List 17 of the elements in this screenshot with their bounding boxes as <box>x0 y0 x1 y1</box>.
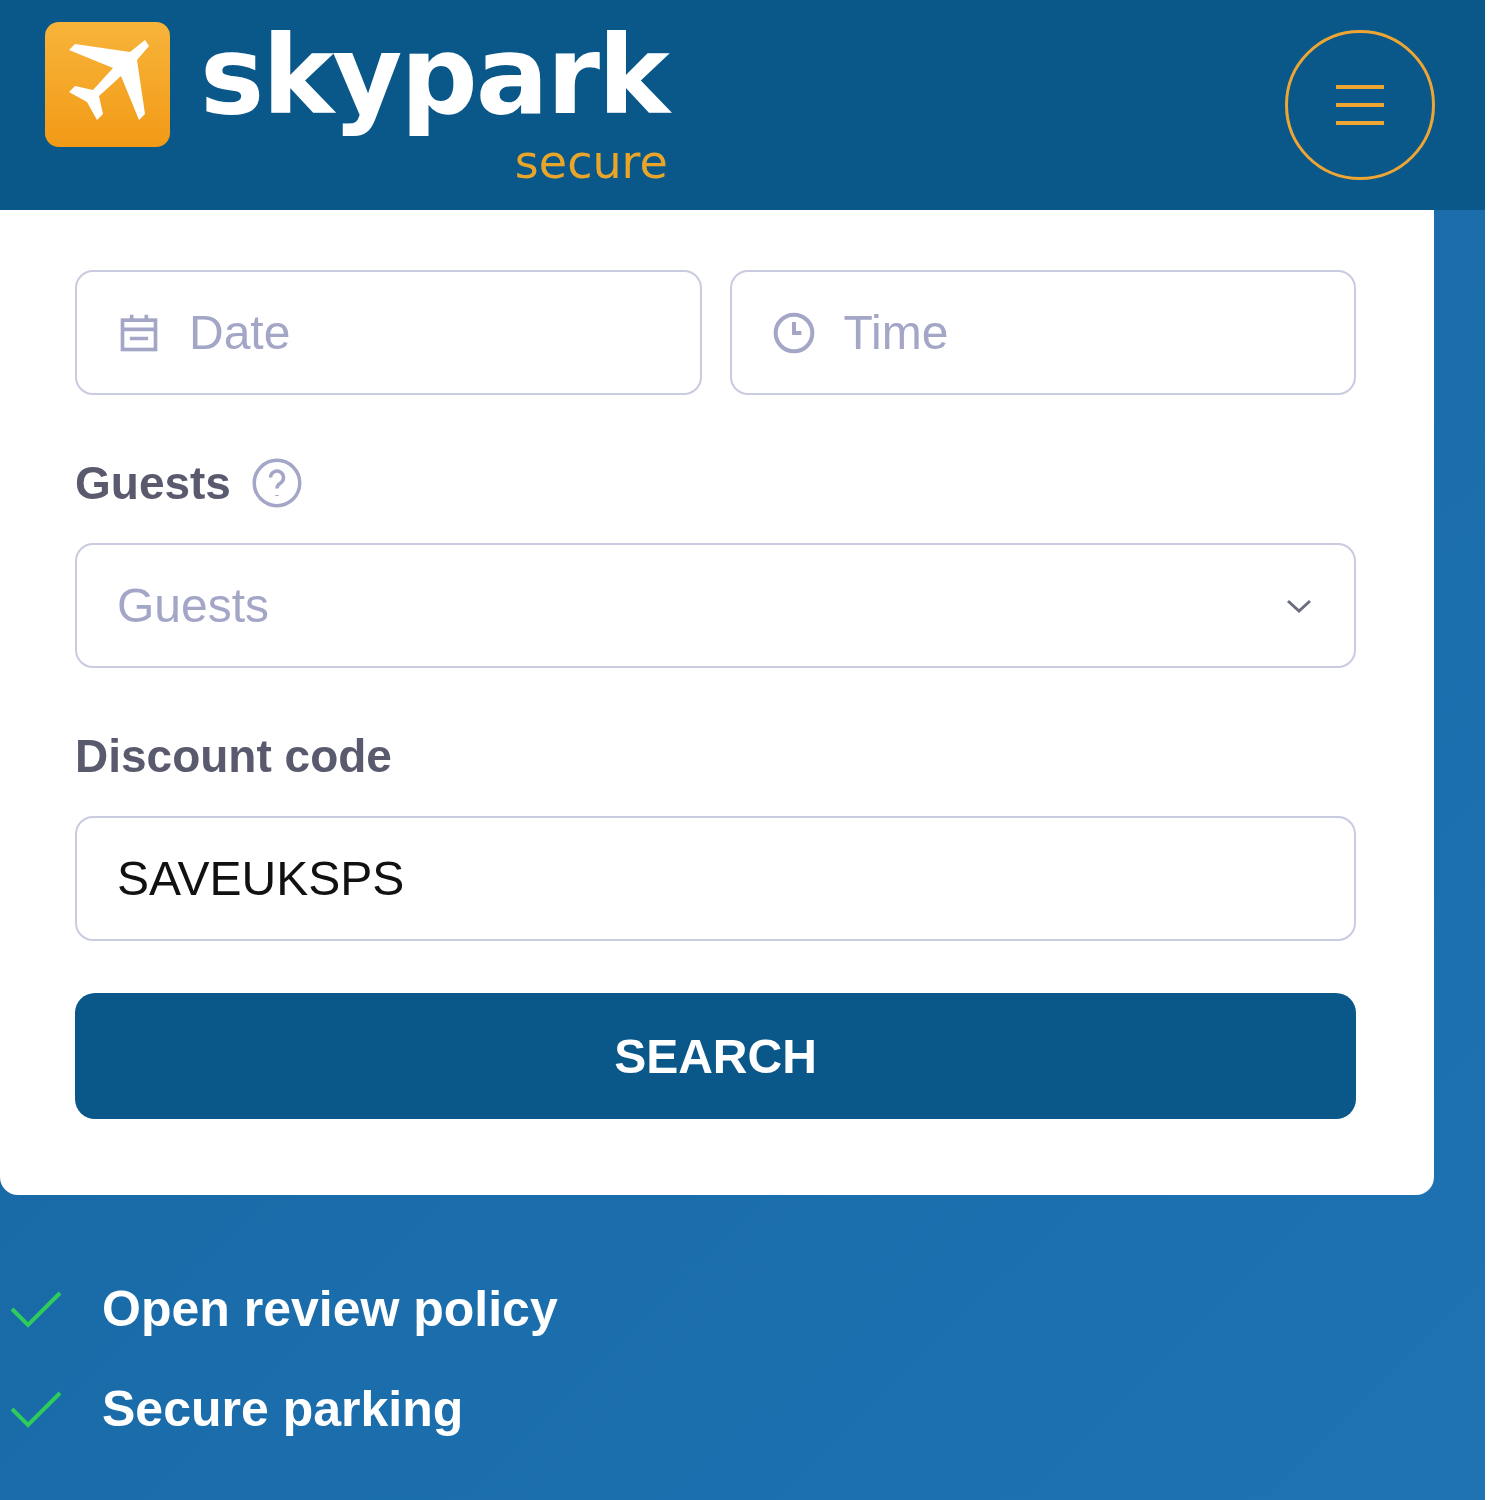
discount-code-field[interactable]: SAVEUKSPS <box>75 816 1356 941</box>
clock-icon <box>771 310 816 355</box>
search-button[interactable]: SEARCH <box>75 993 1356 1119</box>
help-icon[interactable] <box>250 457 303 509</box>
plane-logo-icon <box>45 22 170 148</box>
feature-text: Open review policy <box>102 1280 558 1339</box>
check-icon <box>10 1289 62 1329</box>
guests-select[interactable]: Guests <box>75 543 1356 668</box>
date-field[interactable]: Date <box>75 270 702 395</box>
menu-button[interactable] <box>1285 30 1435 180</box>
menu-icon <box>1334 83 1386 127</box>
brand-tagline: secure <box>514 137 668 188</box>
field-label: Guests <box>75 456 231 511</box>
time-field[interactable]: Time <box>729 270 1356 395</box>
field-label: Discount code <box>75 729 392 784</box>
check-icon <box>10 1389 62 1429</box>
feature-text: Secure parking <box>102 1380 464 1439</box>
